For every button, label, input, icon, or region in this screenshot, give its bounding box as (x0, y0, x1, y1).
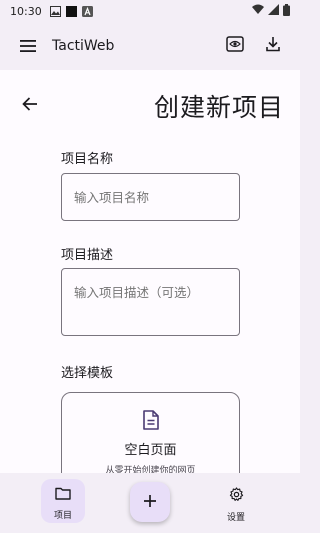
project-description-label: 项目描述 (61, 248, 114, 263)
signal-icon (268, 4, 279, 18)
gallery-icon (49, 5, 61, 17)
nav-label-settings: 设置 (226, 513, 245, 523)
document-icon (140, 409, 162, 431)
status-bar: 10:30 (0, 0, 300, 22)
add-project-fab[interactable] (130, 482, 170, 522)
folder-icon (55, 485, 71, 504)
project-description-input[interactable] (61, 268, 240, 336)
download-icon (265, 36, 281, 56)
nav-label-projects: 项目 (53, 511, 72, 521)
template-card-title: 空白页面 (124, 443, 177, 458)
menu-button[interactable] (16, 34, 40, 58)
page-title: 创建新项目 (153, 93, 284, 122)
gear-icon (229, 487, 244, 506)
template-section-label: 选择模板 (61, 366, 114, 381)
preview-button[interactable] (224, 35, 246, 57)
create-project-screen: 创建新项目 项目名称 项目描述 选择模板 空白页面 从零开始创建你的网页 (0, 70, 300, 473)
template-card-description: 从零开始创建你的网页 (105, 466, 196, 473)
nav-item-projects[interactable]: 项目 (41, 479, 85, 523)
arrow-back-icon (22, 96, 38, 116)
template-card-blank[interactable]: 空白页面 从零开始创建你的网页 (61, 392, 240, 473)
project-name-input[interactable] (61, 173, 240, 221)
square-icon (65, 5, 77, 17)
nav-item-settings[interactable]: 设置 (214, 479, 258, 523)
app-bar: TactiWeb (0, 22, 300, 70)
menu-icon (20, 37, 36, 56)
download-button[interactable] (262, 35, 284, 57)
plus-icon (143, 494, 157, 511)
back-button[interactable] (18, 94, 42, 118)
project-name-label: 项目名称 (61, 152, 114, 167)
battery-icon (283, 3, 290, 19)
app-title: TactiWeb (52, 38, 115, 54)
preview-icon (226, 36, 244, 56)
wifi-icon (252, 4, 264, 18)
a-icon (81, 5, 93, 17)
status-time: 10:30 (10, 4, 42, 18)
